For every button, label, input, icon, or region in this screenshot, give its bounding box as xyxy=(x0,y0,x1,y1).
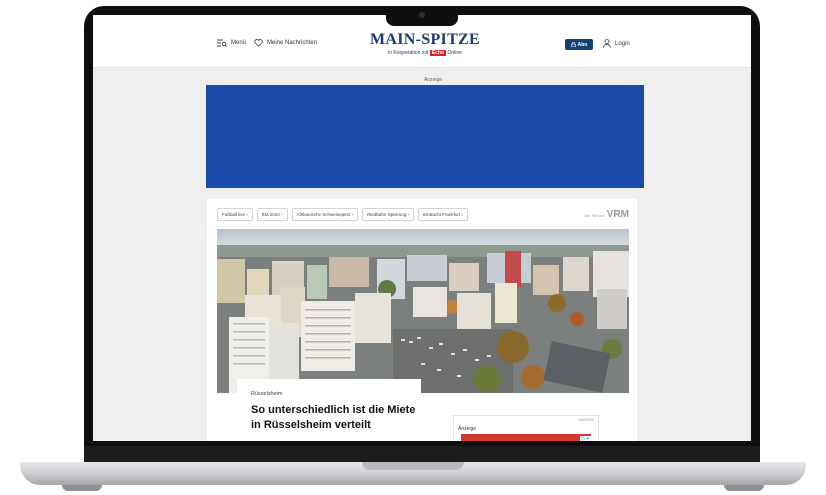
login-button[interactable]: Login xyxy=(603,39,630,48)
echo-logo: Echo xyxy=(429,50,447,56)
abo-button[interactable]: Abo xyxy=(565,39,593,50)
article-headline[interactable]: So unterschiedlich ist die Miete in Rüss… xyxy=(251,403,421,433)
ad-banner[interactable] xyxy=(206,85,644,188)
menu-label: Menü xyxy=(231,40,247,46)
topic-chip-eintracht[interactable]: Eintracht Frankfurt › xyxy=(418,208,468,221)
topic-chips: Fußball live › EM 2024 › Afrikanische Sc… xyxy=(217,208,468,221)
topic-chip-riedbahn[interactable]: Riedbahn-Sperrung › xyxy=(362,208,415,221)
vrm-logo: Ein Teil von VRM xyxy=(584,209,629,220)
abo-label: Abo xyxy=(577,41,588,48)
side-ad-image[interactable] xyxy=(461,434,591,441)
site-logo[interactable]: MAIN-SPITZE in Kooperation mit Echo Onli… xyxy=(363,31,487,56)
lock-icon xyxy=(570,42,576,47)
laptop-base-groove xyxy=(362,462,464,470)
logo-title: MAIN-SPITZE xyxy=(370,31,480,48)
aerial-city-photo xyxy=(217,229,629,393)
logo-sub-prefix: in Kooperation mit xyxy=(388,50,429,56)
topic-chip-fussball[interactable]: Fußball live › xyxy=(217,208,253,221)
side-ad[interactable]: ANZEIGE Anzeige ▷✕ xyxy=(453,415,599,441)
top-story-card: Fußball live › EM 2024 › Afrikanische Sc… xyxy=(207,199,637,441)
user-icon xyxy=(603,39,611,48)
article-hero-image[interactable] xyxy=(217,229,629,393)
adchoices-close-icon[interactable]: ▷✕ xyxy=(580,436,592,441)
menu-button[interactable]: Menü xyxy=(217,39,246,47)
article-teaser[interactable]: Rüsselsheim So unterschiedlich ist die M… xyxy=(237,379,421,441)
laptop-hinge xyxy=(84,446,760,462)
laptop-foot-left xyxy=(62,485,102,491)
menu-search-icon xyxy=(217,39,227,47)
vrm-prefix: Ein Teil von xyxy=(584,213,605,218)
browser-screen: Menü Meine Nachrichten MAIN-SPITZE in Ko… xyxy=(93,15,751,441)
ad-label: Anzeige xyxy=(423,77,443,83)
saved-news-button[interactable]: Meine Nachrichten xyxy=(254,39,317,47)
heart-icon xyxy=(254,39,263,47)
side-ad-label: Anzeige xyxy=(458,426,477,432)
camera-notch xyxy=(386,6,458,26)
vrm-name: VRM xyxy=(606,209,629,220)
side-ad-tag: ANZEIGE xyxy=(578,418,594,422)
laptop-foot-right xyxy=(724,485,764,491)
camera-icon xyxy=(419,12,425,18)
article-kicker: Rüsselsheim xyxy=(251,391,283,397)
logo-sub-suffix: Online xyxy=(447,50,462,56)
login-label: Login xyxy=(615,40,630,47)
topic-chip-schweinepest[interactable]: Afrikanische Schweinepest › xyxy=(291,208,359,221)
saved-news-label: Meine Nachrichten xyxy=(267,40,318,46)
logo-subtitle: in Kooperation mit Echo Online xyxy=(363,50,487,56)
topic-chip-em2024[interactable]: EM 2024 › xyxy=(256,208,288,221)
